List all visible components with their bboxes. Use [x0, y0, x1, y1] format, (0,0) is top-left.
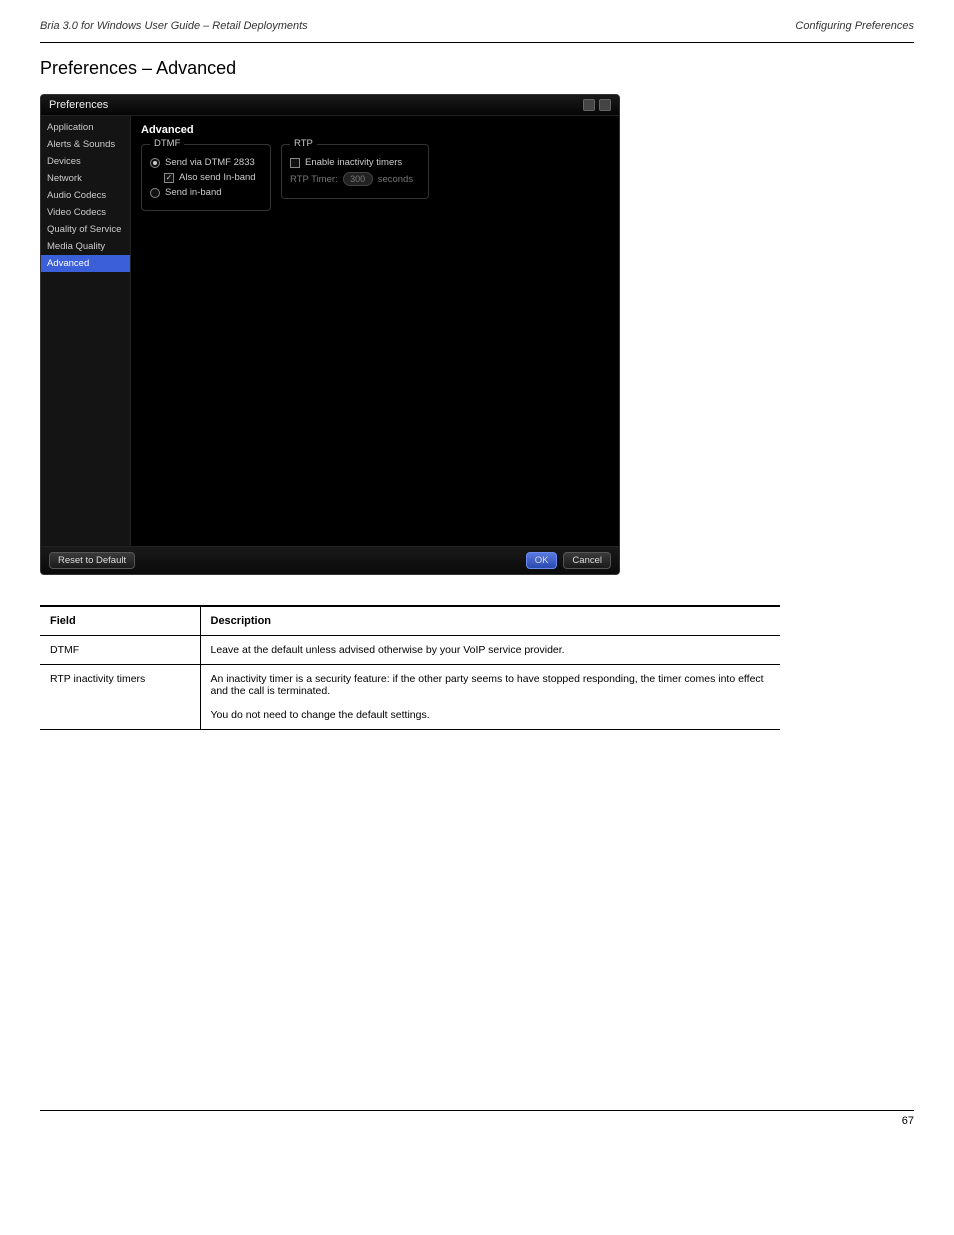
table-cell-desc: Leave at the default unless advised othe… — [200, 636, 780, 665]
content-area: Advanced DTMF Send via DTMF 2833 Also se… — [131, 116, 619, 546]
window-title: Preferences — [49, 99, 108, 111]
checkbox-icon — [164, 173, 174, 183]
dtmf-opt2-label: Send in-band — [165, 187, 222, 198]
sidebar-item-video-codecs[interactable]: Video Codecs — [41, 204, 130, 221]
table-cell-field: DTMF — [40, 636, 200, 665]
sidebar-item-network[interactable]: Network — [41, 170, 130, 187]
sidebar-item-qos[interactable]: Quality of Service — [41, 221, 130, 238]
sidebar-item-application[interactable]: Application — [41, 119, 130, 136]
rtp-timer-input[interactable]: 300 — [343, 172, 373, 186]
rtp-fieldset: RTP Enable inactivity timers RTP Timer: … — [281, 144, 429, 199]
page-number: 67 — [40, 1115, 914, 1127]
footer-rule — [40, 1110, 914, 1111]
window-titlebar: Preferences — [41, 95, 619, 116]
sidebar-item-alerts[interactable]: Alerts & Sounds — [41, 136, 130, 153]
sidebar-item-audio-codecs[interactable]: Audio Codecs — [41, 187, 130, 204]
rtp-timer-unit: seconds — [378, 174, 413, 185]
radio-icon — [150, 158, 160, 168]
table-cell-field: RTP inactivity timers — [40, 665, 200, 730]
table-row: RTP inactivity timers An inactivity time… — [40, 665, 780, 730]
radio-icon — [150, 188, 160, 198]
window-body: Application Alerts & Sounds Devices Netw… — [41, 116, 619, 546]
checkbox-icon — [290, 158, 300, 168]
cancel-button[interactable]: Cancel — [563, 552, 611, 569]
dtmf-opt1-label: Send via DTMF 2833 — [165, 157, 255, 168]
dtmf-fieldset: DTMF Send via DTMF 2833 Also send In-ban… — [141, 144, 271, 211]
rtp-timer-row: RTP Timer: 300 seconds — [290, 172, 420, 186]
minimize-icon[interactable] — [583, 99, 595, 111]
rtp-legend: RTP — [290, 138, 317, 149]
field-description-table: Field Description DTMF Leave at the defa… — [40, 605, 780, 730]
close-icon[interactable] — [599, 99, 611, 111]
fieldsets-row: DTMF Send via DTMF 2833 Also send In-ban… — [141, 144, 609, 211]
header-rule — [40, 42, 914, 43]
preferences-sidebar: Application Alerts & Sounds Devices Netw… — [41, 116, 131, 546]
table-cell-desc: An inactivity timer is a security featur… — [200, 665, 780, 730]
sidebar-item-advanced[interactable]: Advanced — [41, 255, 130, 272]
header-left: Bria 3.0 for Windows User Guide – Retail… — [40, 20, 308, 32]
window-footer: Reset to Default OK Cancel — [41, 546, 619, 574]
dtmf-sub-label: Also send In-band — [179, 172, 256, 183]
preferences-window: Preferences Application Alerts & Sounds … — [40, 94, 620, 575]
dtmf-radio-2833[interactable]: Send via DTMF 2833 — [150, 157, 262, 168]
dtmf-radio-inband[interactable]: Send in-band — [150, 187, 262, 198]
table-row: DTMF Leave at the default unless advised… — [40, 636, 780, 665]
header-right: Configuring Preferences — [795, 20, 914, 32]
table-header-field: Field — [40, 606, 200, 636]
page-header: Bria 3.0 for Windows User Guide – Retail… — [40, 20, 914, 32]
window-controls — [583, 99, 611, 111]
reset-button[interactable]: Reset to Default — [49, 552, 135, 569]
dtmf-legend: DTMF — [150, 138, 184, 149]
sidebar-item-devices[interactable]: Devices — [41, 153, 130, 170]
table-header-desc: Description — [200, 606, 780, 636]
rtp-enable-label: Enable inactivity timers — [305, 157, 402, 168]
section-title: Preferences – Advanced — [40, 58, 914, 79]
rtp-timer-label: RTP Timer: — [290, 174, 338, 185]
dtmf-also-inband-checkbox[interactable]: Also send In-band — [164, 172, 262, 183]
ok-button[interactable]: OK — [526, 552, 558, 569]
rtp-enable-checkbox[interactable]: Enable inactivity timers — [290, 157, 420, 168]
sidebar-item-media-quality[interactable]: Media Quality — [41, 238, 130, 255]
content-title: Advanced — [141, 124, 609, 136]
